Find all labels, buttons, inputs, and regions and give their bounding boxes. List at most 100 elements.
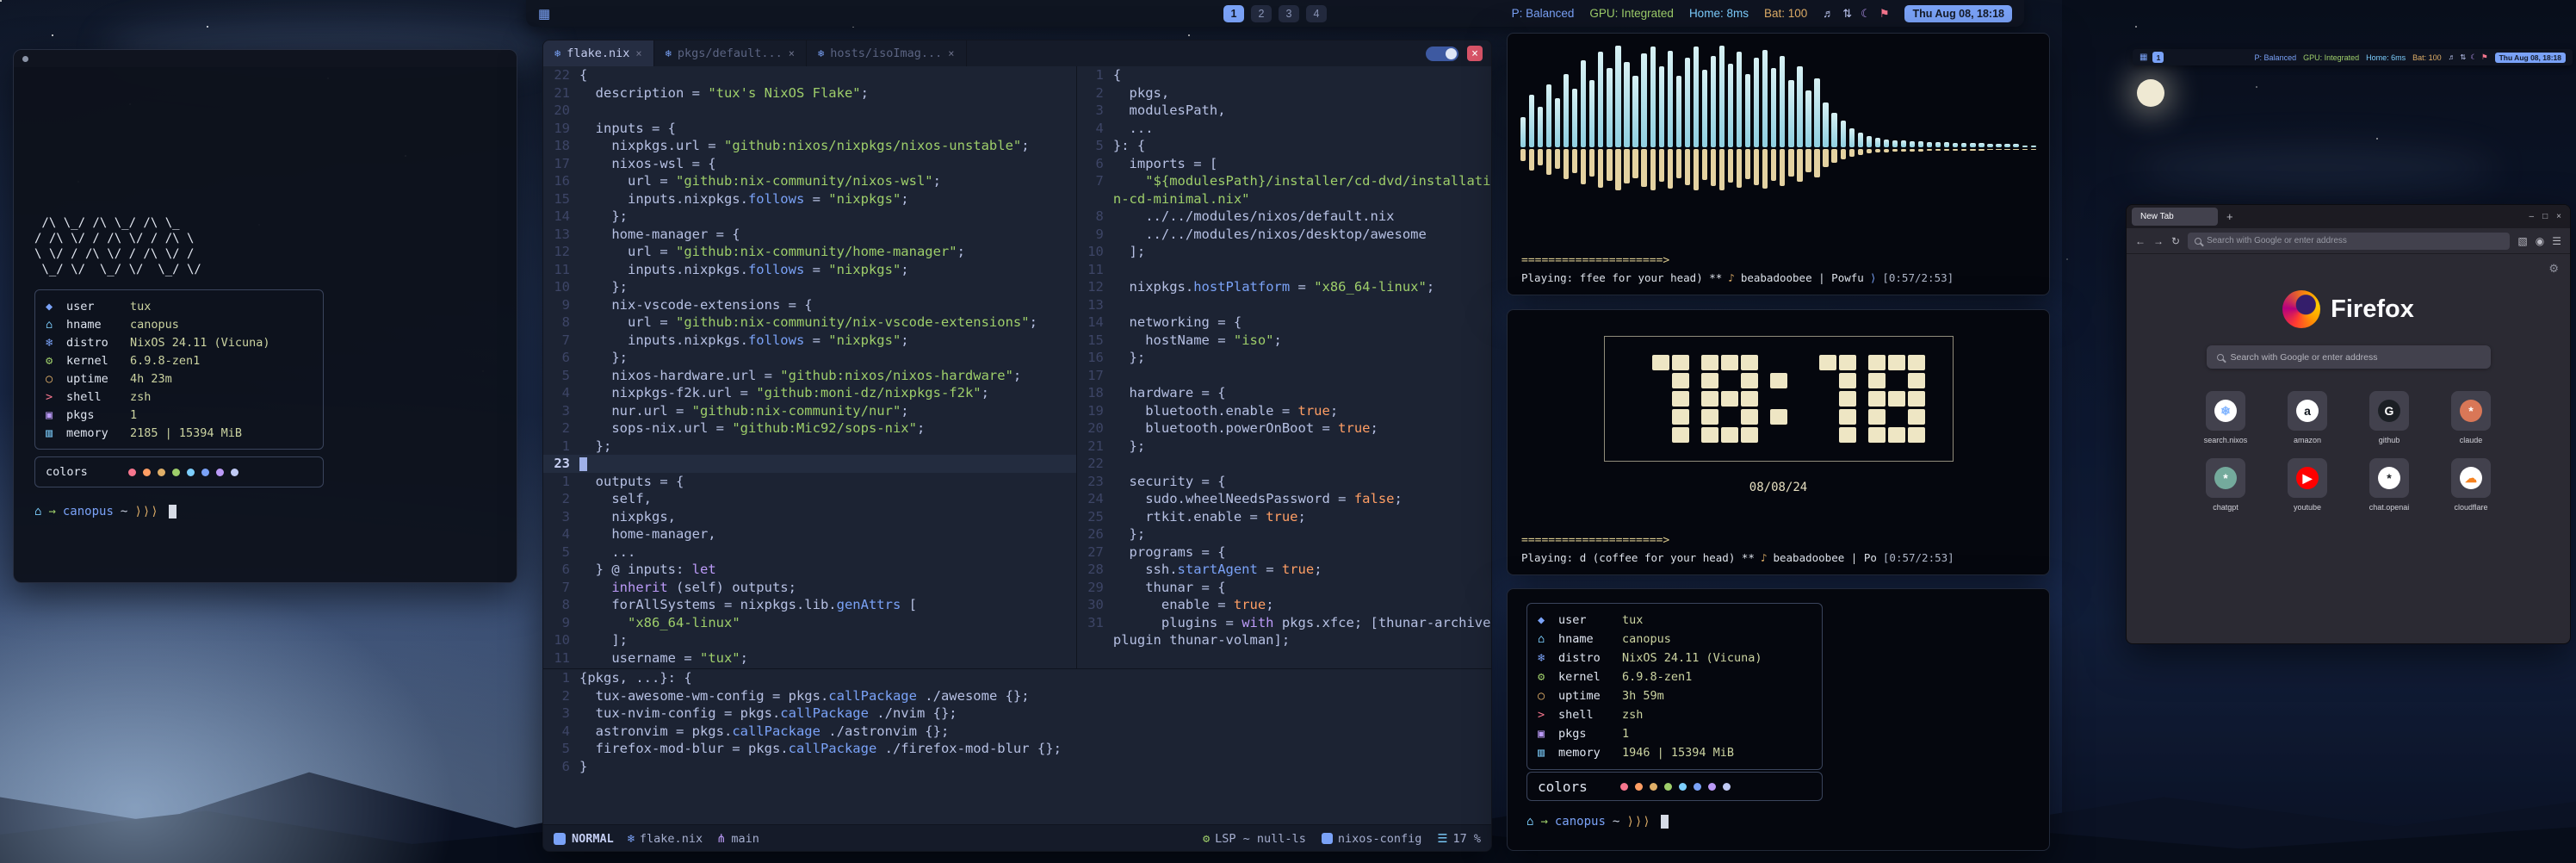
network-latency-module[interactable]: Home: 6ms <box>2366 53 2406 62</box>
editor-pane-left[interactable]: 22{21 description = "tux's NixOS Flake";… <box>543 66 1076 668</box>
neovim-window[interactable]: ❄flake.nix×❄pkgs/default...×❄hosts/isoIm… <box>542 40 1492 852</box>
cava-bar <box>1926 42 1933 254</box>
code-line: 3 nur.url = "github:nix-community/nur"; <box>543 402 1076 420</box>
preview-toggle[interactable] <box>1426 47 1458 61</box>
night-light-icon[interactable]: ☾ <box>2470 53 2477 62</box>
project-name: nixos-config <box>1322 832 1422 846</box>
code-line: 5}: { <box>1077 137 1491 155</box>
terminal-window[interactable]: /\ \_/ /\ \_/ /\ \_ / /\ \/ / /\ \/ / /\… <box>13 49 517 583</box>
gpu-module[interactable]: GPU: Integrated <box>1589 7 1674 20</box>
editor-tab-hosts/isoImag...[interactable]: ❄hosts/isoImag...× <box>807 40 967 66</box>
code-line: 13 <box>1077 296 1491 314</box>
account-icon[interactable]: ◉ <box>2536 235 2544 247</box>
cava-bar <box>1831 42 1838 254</box>
maximize-icon[interactable]: □ <box>2542 212 2548 221</box>
shortcut-amazon[interactable]: aamazon <box>2267 391 2349 444</box>
code-line: 10 ]; <box>1077 243 1491 261</box>
code-line: 24 sudo.wheelNeedsPassword = false; <box>1077 490 1491 508</box>
music-visualizer-window[interactable]: =====================> Playing: ffee for… <box>1507 33 2050 295</box>
notifications-icon[interactable]: ⚑ <box>2481 53 2488 62</box>
battery-module[interactable]: Bat: 100 <box>2412 53 2442 62</box>
tab-close-icon[interactable]: × <box>948 47 954 59</box>
code-line: 19 bluetooth.enable = true; <box>1077 402 1491 420</box>
git-branch: ⋔main <box>716 832 759 846</box>
shortcut-search.nixos[interactable]: ❄search.nixos <box>2185 391 2267 444</box>
code-line: 4 ... <box>1077 120 1491 138</box>
terminal-titlebar[interactable] <box>14 50 517 67</box>
network-icon[interactable]: ⇅ <box>2460 53 2466 62</box>
shortcut-chat.openai[interactable]: *chat.openai <box>2349 458 2430 512</box>
power-profile-module[interactable]: P: Balanced <box>2255 53 2297 62</box>
battery-module[interactable]: Bat: 100 <box>1764 7 1807 20</box>
code-line: 21 description = "tux's NixOS Flake"; <box>543 84 1076 102</box>
back-icon[interactable]: ← <box>2135 235 2146 247</box>
fastfetch-window[interactable]: ◆usertux⌂hnamecanopus❄distroNixOS 24.11 … <box>1507 588 2050 851</box>
extensions-icon[interactable]: ▧ <box>2517 235 2527 247</box>
minimize-icon[interactable]: – <box>2530 212 2535 221</box>
launcher-icon[interactable]: ▦ <box>2139 53 2147 62</box>
clock-module[interactable]: Thu Aug 08, 18:18 <box>1904 5 2012 22</box>
volume-icon[interactable]: ♬ <box>2449 53 2456 62</box>
forward-icon[interactable]: → <box>2153 235 2164 247</box>
gpu-module[interactable]: GPU: Integrated <box>2303 53 2359 62</box>
shell-prompt[interactable]: ⌂ → canopus ~ ⟩⟩⟩ <box>1526 815 2030 829</box>
now-playing: Playing: ffee for your head) ** ♪ beabad… <box>1518 271 2039 284</box>
workspace-3[interactable]: 3 <box>1279 5 1299 22</box>
fetch-row-distro: ❄distroNixOS 24.11 (Vicuna) <box>46 333 313 351</box>
launcher-icon[interactable]: ▦ <box>538 6 550 22</box>
newtab-search-input[interactable]: Search with Google or enter address <box>2207 345 2491 369</box>
shortcut-claude[interactable]: *claude <box>2430 391 2512 444</box>
menu-icon[interactable]: ☰ <box>2552 235 2561 247</box>
power-profile-module[interactable]: P: Balanced <box>1512 7 1575 20</box>
fetch-row-shell: >shellzsh <box>1538 705 1811 724</box>
shortcut-github[interactable]: Ggithub <box>2349 391 2430 444</box>
workspace-4[interactable]: 4 <box>1306 5 1327 22</box>
fetch-row-kernel: ⚙kernel6.9.8-zen1 <box>1538 667 1811 686</box>
url-bar[interactable]: Search with Google or enter address <box>2188 233 2510 250</box>
cava-bar <box>1624 42 1631 254</box>
editor-tab-pkgs/default...[interactable]: ❄pkgs/default...× <box>654 40 807 66</box>
firefox-window[interactable]: New Tab + – □ × ← → ↻ Search with Google… <box>2126 204 2571 644</box>
nix-file-icon: ❄ <box>666 47 672 59</box>
editor-pane-bottom[interactable]: 1{pkgs, ...}: {2 tux-awesome-wm-config =… <box>543 668 1491 824</box>
cava-bar <box>1770 42 1777 254</box>
night-light-icon[interactable]: ☾ <box>1861 7 1871 21</box>
notifications-icon[interactable]: ⚑ <box>1879 7 1890 21</box>
clock-digit <box>1632 355 1689 443</box>
user-icon: ◆ <box>46 300 66 314</box>
code-line: 8 forAllSystems = nixpkgs.lib.genAttrs [ <box>543 596 1076 614</box>
shell-icon: > <box>1538 708 1558 722</box>
editor-pane-right[interactable]: 1{2 pkgs,3 modulesPath,4 ...5}: {6 impor… <box>1076 66 1491 668</box>
network-latency-module[interactable]: Home: 8ms <box>1689 7 1749 20</box>
cava-bar <box>1969 42 1976 254</box>
status-bar-secondary: ▦ 1 P: Balanced GPU: Integrated Home: 6m… <box>2133 49 2573 65</box>
close-icon[interactable]: × <box>2556 212 2561 221</box>
chatgpt-icon: * <box>2214 467 2237 489</box>
shortcut-cloudflare[interactable]: ☁cloudflare <box>2430 458 2512 512</box>
tab-close-icon[interactable]: × <box>789 47 795 59</box>
code-line: 28 ssh.startAgent = true; <box>1077 561 1491 579</box>
personalize-gear-icon[interactable]: ⚙ <box>2548 262 2559 276</box>
shortcut-chatgpt[interactable]: *chatgpt <box>2185 458 2267 512</box>
code-line: 22{ <box>543 66 1076 84</box>
shell-prompt[interactable]: ⌂ → canopus ~ ⟩⟩⟩ <box>34 505 496 518</box>
palette-dot <box>1694 783 1701 791</box>
volume-icon[interactable]: ♬ <box>1823 7 1834 21</box>
tab-close-icon[interactable]: × <box>635 47 641 59</box>
clock-window[interactable]: 08/08/24 =====================> Playing:… <box>1507 309 2050 575</box>
code-line: 26 }; <box>1077 525 1491 543</box>
clock-module[interactable]: Thu Aug 08, 18:18 <box>2495 53 2566 63</box>
fetch-row-user: ◆usertux <box>1538 611 1811 630</box>
reload-icon[interactable]: ↻ <box>2171 235 2180 247</box>
new-tab-button[interactable]: + <box>2223 210 2237 223</box>
prompt-chevrons: ⟩⟩⟩ <box>1626 815 1650 829</box>
workspace-1[interactable]: 1 <box>2152 52 2164 63</box>
browser-tab[interactable]: New Tab <box>2132 208 2218 226</box>
window-close-button[interactable]: × <box>1467 46 1483 61</box>
network-icon[interactable]: ⇅ <box>1842 7 1852 21</box>
workspace-1[interactable]: 1 <box>1223 5 1244 22</box>
shortcut-youtube[interactable]: ▶youtube <box>2267 458 2349 512</box>
workspace-2[interactable]: 2 <box>1251 5 1272 22</box>
editor-tab-flake.nix[interactable]: ❄flake.nix× <box>543 40 654 66</box>
memory-icon: ▥ <box>46 426 66 440</box>
